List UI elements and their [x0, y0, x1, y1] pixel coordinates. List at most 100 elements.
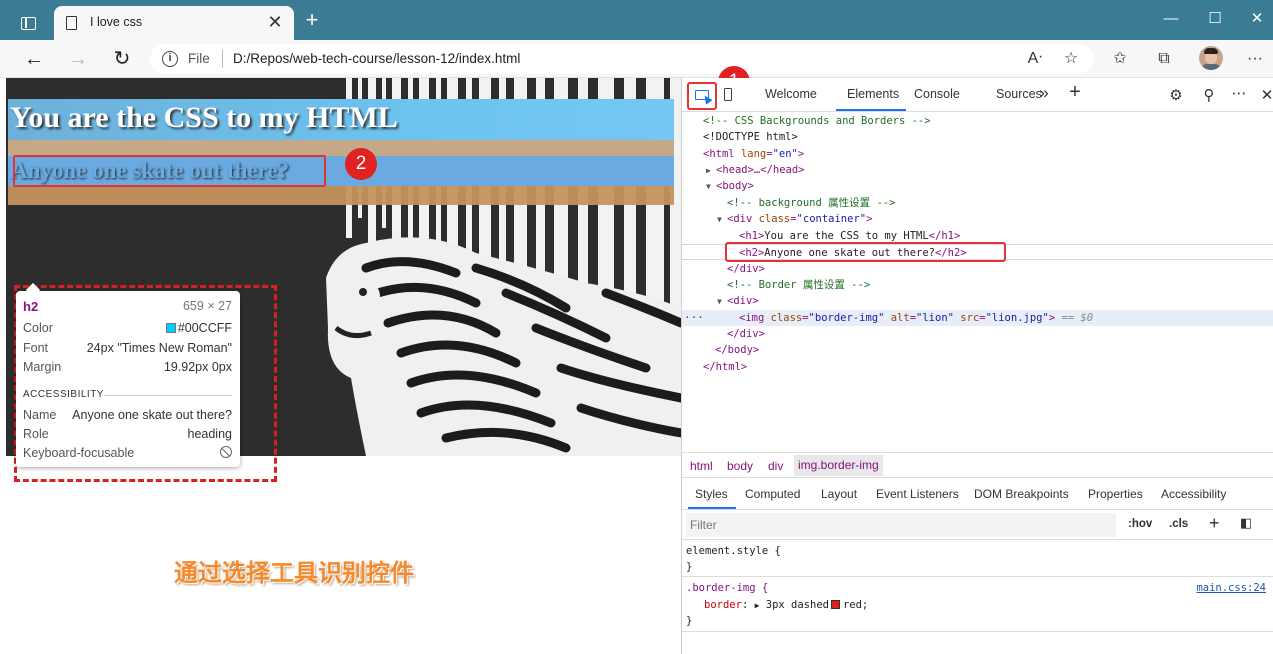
tooltip-row-role: Role heading	[23, 427, 232, 441]
inspect-element-button[interactable]	[687, 82, 717, 110]
expand-shorthand-icon[interactable]: ▶	[755, 601, 760, 610]
accessibility-heading: ACCESSIBILITY	[23, 389, 104, 400]
dom-line[interactable]: <!-- CSS Backgrounds and Borders -->	[682, 113, 1273, 129]
tab-console[interactable]: Console	[914, 87, 960, 101]
customize-icon[interactable]: ⚲	[1199, 86, 1219, 104]
favorites-icon[interactable]: ✩	[1108, 48, 1132, 70]
settings-gear-icon[interactable]: ⚙	[1166, 86, 1186, 104]
title-bar: I love css ✕ + — ☐ ✕	[0, 0, 1273, 40]
h1-banner: You are the CSS to my HTML	[8, 99, 674, 140]
breadcrumb-html[interactable]: html	[690, 459, 713, 473]
dom-line[interactable]: ▼ <div>	[682, 293, 1273, 309]
collections-icon[interactable]: ⧉	[1152, 48, 1176, 70]
page-h1: You are the CSS to my HTML	[10, 101, 398, 134]
url-divider	[222, 50, 223, 68]
active-tab-indicator	[836, 109, 906, 111]
rule-border-img-selector[interactable]: .border-img {	[686, 582, 768, 594]
tab-title: I love css	[90, 15, 143, 29]
subtab-accessibility[interactable]: Accessibility	[1161, 487, 1226, 501]
dom-line[interactable]: <!-- background 属性设置 -->	[682, 195, 1273, 211]
maximize-button[interactable]: ☐	[1200, 6, 1230, 32]
profile-avatar[interactable]	[1199, 46, 1223, 70]
tooltip-tag: h2	[23, 299, 39, 314]
dom-tree: <!-- CSS Backgrounds and Borders --> <!D…	[682, 112, 1273, 452]
tab-elements[interactable]: Elements	[847, 87, 899, 101]
subtab-dom-breakpoints[interactable]: DOM Breakpoints	[974, 487, 1069, 501]
favorite-add-icon[interactable]: ☆	[1059, 48, 1083, 70]
decorative-band-lower	[8, 186, 674, 205]
dom-line[interactable]: ▶ <head>…</head>	[682, 162, 1273, 178]
breadcrumb: html body div img.border-img	[682, 452, 1273, 478]
rule-close: }	[686, 615, 693, 627]
tab-welcome[interactable]: Welcome	[765, 87, 817, 101]
rule-close: }	[686, 561, 693, 573]
minimize-button[interactable]: —	[1156, 6, 1186, 32]
dom-line[interactable]: </div>	[682, 326, 1273, 342]
dom-line[interactable]: </html>	[682, 359, 1273, 375]
breadcrumb-img[interactable]: img.border-img	[794, 455, 883, 476]
more-options-icon[interactable]: ⋯	[1229, 84, 1249, 102]
toggle-sidebar-icon[interactable]: ◧	[1240, 515, 1252, 531]
step-marker-2: 2	[345, 148, 377, 180]
dom-line[interactable]: <!-- Border 属性设置 -->	[682, 277, 1273, 293]
devtools-panel: Welcome Elements Console Sources » + ⚙ ⚲…	[681, 78, 1273, 654]
add-tab-icon[interactable]: +	[1065, 81, 1085, 104]
more-tabs-icon[interactable]: »	[1034, 83, 1054, 103]
tooltip-row-margin: Margin 19.92px 0px	[23, 360, 232, 374]
dom-line[interactable]: <html lang="en">	[682, 146, 1273, 162]
node-actions-icon[interactable]: ···	[684, 311, 704, 324]
dom-line[interactable]: <!DOCTYPE html>	[682, 129, 1273, 145]
color-swatch	[165, 323, 176, 333]
rule-source-link[interactable]: main.css:24	[1196, 582, 1266, 594]
accessibility-divider	[104, 395, 232, 396]
settings-more-icon[interactable]: ···	[1243, 48, 1267, 70]
collapse-triangle-icon[interactable]: ▼	[706, 179, 716, 195]
url-scheme-label: File	[188, 51, 210, 66]
collapse-triangle-icon[interactable]: ▼	[717, 212, 727, 228]
address-toolbar: ← → ↻ i File D:/Repos/web-tech-course/le…	[0, 40, 1273, 78]
dom-line[interactable]: ▼ <div class="container">	[682, 211, 1273, 227]
page-icon	[66, 16, 77, 30]
new-tab-button[interactable]: +	[300, 8, 324, 32]
subtab-event-listeners[interactable]: Event Listeners	[876, 487, 959, 501]
active-subtab-indicator	[688, 507, 736, 509]
dom-line[interactable]: ▼ <body>	[682, 178, 1273, 194]
hov-toggle[interactable]: :hov	[1128, 518, 1152, 530]
styles-filter-bar: Filter :hov .cls + ◧	[682, 510, 1273, 540]
styles-filter-input[interactable]: Filter	[686, 513, 1116, 537]
breadcrumb-body[interactable]: body	[727, 459, 753, 473]
breadcrumb-div[interactable]: div	[768, 459, 783, 473]
decorative-band	[8, 140, 674, 156]
dom-line-selected[interactable]: <img class="border-img" alt="lion" src="…	[682, 310, 1273, 326]
close-window-button[interactable]: ✕	[1242, 6, 1272, 32]
site-info-icon[interactable]: i	[162, 51, 178, 67]
read-aloud-icon[interactable]: Aᐧ	[1023, 48, 1047, 70]
collapse-triangle-icon[interactable]: ▼	[717, 294, 727, 310]
tab-actions-button[interactable]	[12, 10, 46, 36]
device-emulation-icon[interactable]	[724, 88, 732, 101]
close-devtools-icon[interactable]: ✕	[1257, 86, 1273, 104]
rule-border-declaration[interactable]: border: ▶ 3px dashed red;	[704, 599, 868, 611]
url-text[interactable]: D:/Repos/web-tech-course/lesson-12/index…	[233, 51, 520, 66]
subtab-properties[interactable]: Properties	[1088, 487, 1143, 501]
cls-toggle[interactable]: .cls	[1169, 518, 1188, 530]
new-rule-icon[interactable]: +	[1209, 513, 1220, 534]
expand-triangle-icon[interactable]: ▶	[706, 163, 716, 179]
dom-line[interactable]: </div>	[682, 261, 1273, 277]
back-button[interactable]: ←	[20, 46, 48, 72]
subtab-layout[interactable]: Layout	[821, 487, 857, 501]
tab-close-icon[interactable]: ✕	[264, 11, 286, 33]
rule-element-style-selector[interactable]: element.style {	[686, 545, 781, 557]
tooltip-row-name: Name Anyone one skate out there?	[23, 408, 232, 422]
subtab-computed[interactable]: Computed	[745, 487, 800, 501]
not-focusable-icon	[220, 446, 232, 458]
subtab-styles[interactable]: Styles	[695, 487, 728, 501]
dom-line[interactable]: </body>	[682, 342, 1273, 358]
red-color-swatch[interactable]	[830, 600, 840, 609]
address-bar[interactable]: i File D:/Repos/web-tech-course/lesson-1…	[150, 44, 1094, 74]
refresh-button[interactable]: ↻	[108, 46, 136, 72]
browser-tab[interactable]: I love css ✕	[54, 6, 294, 40]
forward-button[interactable]: →	[64, 46, 92, 72]
tab-actions-icon	[21, 17, 36, 30]
tooltip-row-font: Font 24px "Times New Roman"	[23, 341, 232, 355]
